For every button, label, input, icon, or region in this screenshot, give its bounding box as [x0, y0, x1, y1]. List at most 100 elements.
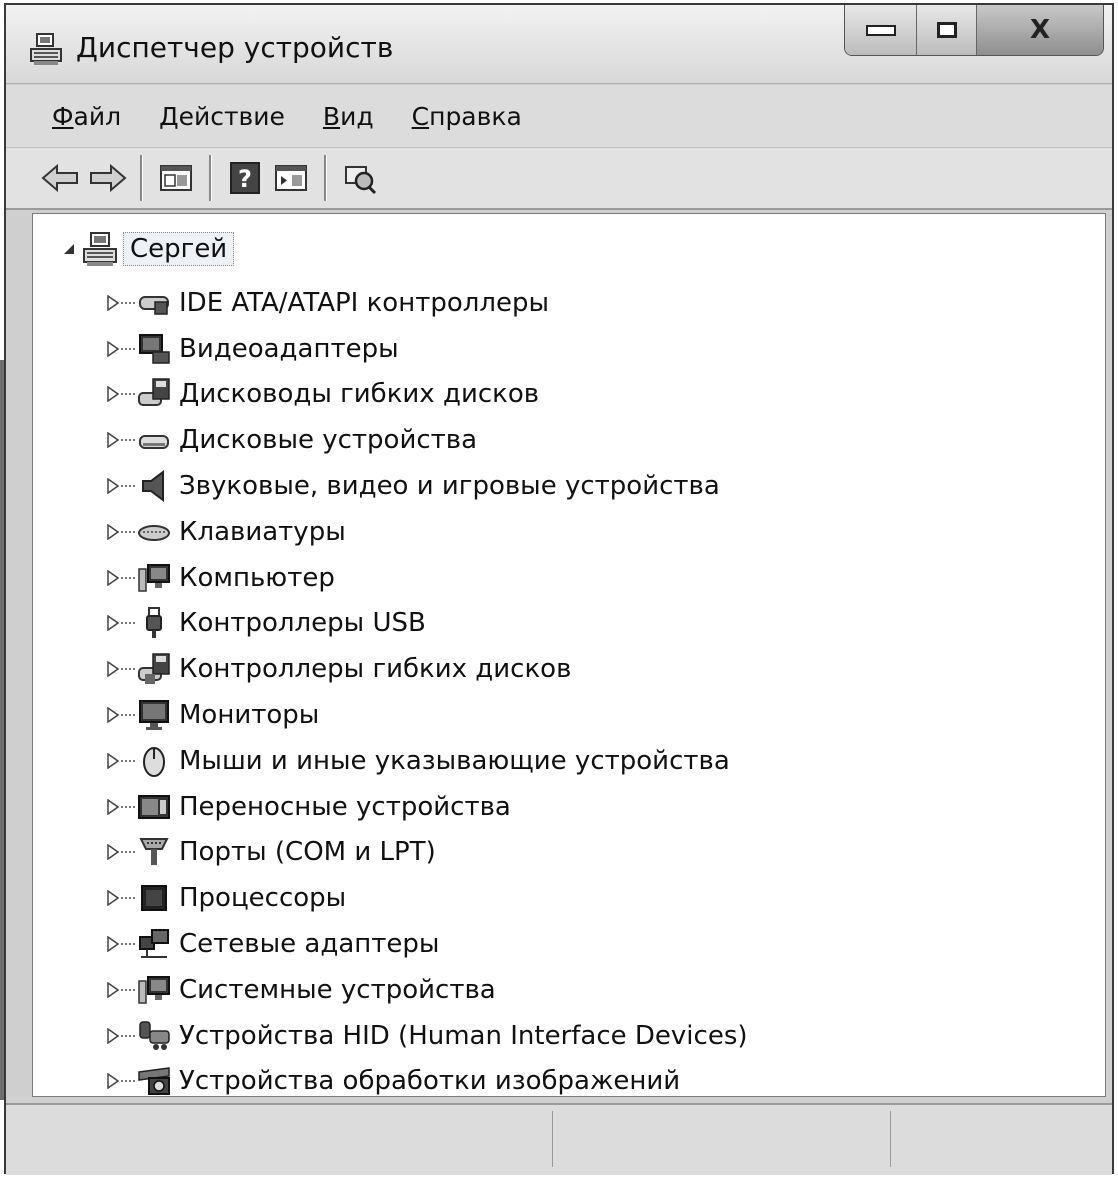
floppy-drive-icon [138, 378, 170, 407]
tree-connector [121, 1080, 135, 1083]
tree-item-label: Переносные устройства [179, 791, 511, 822]
tree-item-label: Системные устройства [179, 974, 496, 1005]
tree-item-label: Контроллеры гибких дисков [179, 654, 572, 685]
floppy-controller-icon [138, 653, 170, 685]
tree-item-label: Мониторы [179, 700, 320, 731]
expand-arrow-icon[interactable] [107, 615, 119, 632]
tree-item-label: Сетевые адаптеры [179, 929, 440, 960]
expand-arrow-icon[interactable] [107, 752, 119, 769]
expand-arrow-icon[interactable] [107, 936, 119, 953]
scan-hardware-button[interactable] [337, 155, 383, 201]
tree-item-system-devices[interactable]: Системные устройства [107, 967, 748, 1013]
expand-arrow-icon[interactable] [107, 569, 119, 586]
menu-view[interactable]: Вид [323, 102, 374, 131]
tree-item-keyboards[interactable]: Клавиатуры [107, 509, 748, 555]
tree-connector [121, 805, 135, 808]
tree-item-label: Процессоры [179, 883, 347, 914]
expand-arrow-icon[interactable] [107, 294, 119, 311]
expand-arrow-icon[interactable] [107, 981, 119, 998]
tree-item-label: Звуковые, видео и игровые устройства [179, 471, 720, 502]
tree-item-computer[interactable]: Компьютер [107, 555, 748, 601]
tree-item-portable-devices[interactable]: Переносные устройства [107, 784, 748, 830]
tree-item-label: Клавиатуры [179, 516, 346, 547]
status-cell-right [892, 1111, 1110, 1167]
tree-item-hid-devices[interactable]: Устройства HID (Human Interface Devices) [107, 1013, 748, 1059]
ide-controller-icon [139, 295, 169, 315]
device-manager-window: Диспетчер устройств X Файл Действие Вид … [4, 3, 1114, 1175]
tree-connector [121, 943, 135, 946]
back-button[interactable] [38, 155, 84, 201]
menu-help[interactable]: Справка [412, 102, 522, 131]
tree-connector [121, 485, 135, 488]
device-category-list: IDE ATA/ATAPI контроллеры Видеоадаптеры … [107, 280, 748, 1104]
expand-arrow-icon[interactable] [107, 523, 119, 540]
tree-connector [121, 1034, 135, 1037]
expand-arrow-icon[interactable] [107, 707, 119, 724]
device-manager-icon [30, 33, 62, 65]
forward-icon [90, 163, 127, 193]
usb-icon [146, 607, 162, 639]
close-icon: X [1029, 15, 1051, 45]
tree-connector [121, 439, 135, 442]
expand-arrow-icon[interactable] [107, 478, 119, 495]
speaker-icon [142, 470, 164, 503]
show-hide-pane-icon [275, 165, 307, 191]
expand-arrow-icon[interactable] [107, 798, 119, 815]
window-title: Диспетчер устройств [76, 31, 394, 64]
disk-drive-icon [139, 435, 169, 450]
forward-button[interactable] [84, 155, 130, 201]
tree-item-imaging-devices[interactable]: Устройства обработки изображений [107, 1059, 748, 1105]
svg-text:?: ? [238, 165, 252, 193]
keyboard-icon [138, 524, 170, 541]
maximize-icon [936, 22, 957, 38]
menu-action[interactable]: Действие [159, 102, 285, 131]
tree-item-ports[interactable]: Порты (COM и LPT) [107, 830, 748, 876]
tree-item-ide-controllers[interactable]: IDE ATA/ATAPI контроллеры [107, 280, 748, 326]
expand-arrow-icon[interactable] [107, 340, 119, 357]
menu-file[interactable]: Файл [52, 102, 121, 131]
tree-item-usb-controllers[interactable]: Контроллеры USB [107, 601, 748, 647]
tree-item-display-adapters[interactable]: Видеоадаптеры [107, 326, 748, 372]
status-cell-middle [554, 1111, 891, 1167]
close-button[interactable]: X [977, 5, 1103, 55]
tree-item-disk-drives[interactable]: Дисковые устройства [107, 417, 748, 463]
title-bar[interactable]: Диспетчер устройств X [6, 5, 1112, 84]
help-icon: ? [230, 162, 260, 194]
device-tree-panel[interactable]: Сергей IDE ATA/ATAPI контроллеры Видеоад… [32, 213, 1106, 1097]
expand-arrow-icon[interactable] [107, 890, 119, 907]
portable-device-icon [138, 794, 170, 819]
tree-item-floppy-drives[interactable]: Дисководы гибких дисков [107, 372, 748, 418]
computer-icon [138, 563, 170, 592]
tree-item-monitors[interactable]: Мониторы [107, 692, 748, 738]
tree-connector [121, 530, 135, 533]
tree-item-label: Видеоадаптеры [179, 333, 399, 364]
properties-button[interactable] [153, 155, 199, 201]
minimize-button[interactable] [845, 5, 917, 55]
toolbar-separator [140, 155, 143, 201]
show-hide-pane-button[interactable] [268, 155, 314, 201]
tree-item-sound-devices[interactable]: Звуковые, видео и игровые устройства [107, 463, 748, 509]
maximize-button[interactable] [917, 5, 977, 55]
tree-connector [121, 714, 135, 717]
tree-item-label: Контроллеры USB [179, 608, 426, 639]
expand-arrow-icon[interactable] [107, 386, 119, 403]
tree-item-floppy-controllers[interactable]: Контроллеры гибких дисков [107, 646, 748, 692]
tree-connector [121, 576, 135, 579]
display-adapter-icon [139, 333, 170, 364]
tree-item-mice[interactable]: Мыши и иные указывающие устройства [107, 738, 748, 784]
collapse-arrow-icon[interactable] [63, 243, 75, 255]
tree-item-processors[interactable]: Процессоры [107, 875, 748, 921]
tree-item-network-adapters[interactable]: Сетевые адаптеры [107, 921, 748, 967]
imaging-device-icon [138, 1067, 170, 1096]
tree-item-label: IDE ATA/ATAPI контроллеры [179, 287, 550, 318]
tree-item-label: Компьютер [179, 562, 335, 593]
expand-arrow-icon[interactable] [107, 432, 119, 449]
expand-arrow-icon[interactable] [107, 661, 119, 678]
tree-root[interactable]: Сергей [63, 226, 235, 272]
network-adapter-icon [139, 929, 169, 959]
expand-arrow-icon[interactable] [107, 1073, 119, 1090]
scan-hardware-icon [345, 166, 377, 195]
help-button[interactable]: ? [222, 155, 268, 201]
expand-arrow-icon[interactable] [107, 844, 119, 861]
expand-arrow-icon[interactable] [107, 1027, 119, 1044]
